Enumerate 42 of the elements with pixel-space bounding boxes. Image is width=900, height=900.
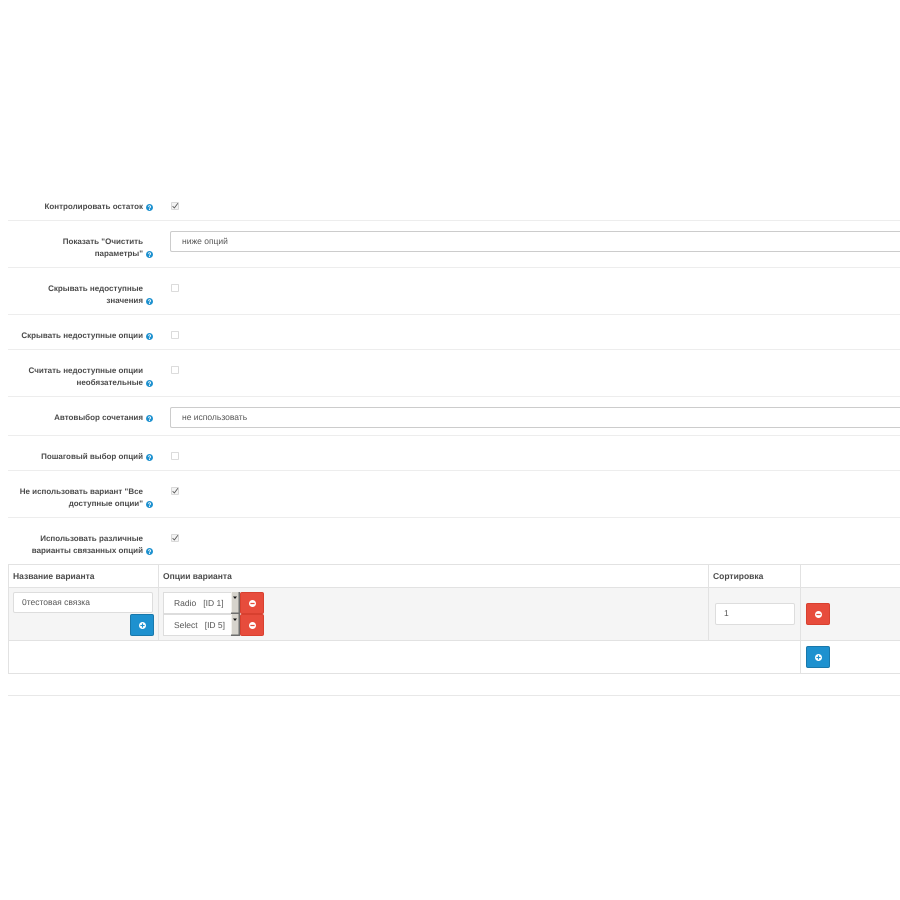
setting-label: Скрывать недоступные опции — [21, 330, 143, 342]
setting-label: Автовыбор сочетания — [54, 412, 143, 424]
add-button[interactable] — [806, 646, 830, 668]
help-icon — [146, 500, 153, 508]
remove-button[interactable] — [806, 603, 830, 625]
add-button[interactable] — [130, 614, 154, 636]
column-header: Сортировка — [708, 564, 800, 588]
checkbox[interactable] — [171, 487, 179, 495]
column-header: Название варианта — [8, 564, 158, 588]
setting-label: Скрывать недоступные значения — [47, 283, 143, 307]
column-header: Опции варианта — [158, 564, 708, 588]
setting-label: Показать "Очистить параметры" — [62, 236, 143, 260]
help-icon — [146, 380, 153, 386]
sort-order-field[interactable]: 1 — [715, 603, 795, 625]
remove-button[interactable] — [240, 592, 264, 614]
setting-label: Контролировать остаток — [44, 201, 143, 213]
variant-name-field[interactable]: 0тестовая связка — [13, 592, 153, 613]
option-select[interactable]: Radio [ID 1] — [163, 592, 240, 614]
minus-circle-icon — [248, 622, 256, 628]
minus-circle-icon — [814, 610, 822, 618]
caret-icon[interactable] — [231, 614, 240, 636]
plus-circle-icon — [138, 622, 146, 628]
help-icon — [146, 298, 153, 304]
checkbox[interactable] — [171, 202, 179, 210]
option-select[interactable]: Select [ID 5] — [163, 614, 240, 636]
checkbox[interactable] — [171, 534, 179, 542]
help-icon — [146, 414, 153, 422]
help-icon — [146, 454, 153, 460]
remove-button[interactable] — [240, 614, 264, 636]
setting-label: Использовать различные варианты связанных опций — [30, 533, 143, 557]
help-icon — [146, 250, 153, 258]
setting-label: Не использовать вариант "Все доступные опции" — [18, 486, 143, 510]
dropdown-field[interactable]: ниже опций — [170, 231, 900, 252]
plus-circle-icon — [814, 654, 822, 660]
dropdown-field[interactable]: не использовать — [170, 407, 900, 428]
help-icon — [146, 204, 153, 210]
help-icon — [146, 548, 153, 554]
caret-icon[interactable] — [231, 592, 240, 614]
setting-label: Пошаговый выбор опций — [41, 451, 143, 463]
help-icon — [146, 332, 153, 340]
minus-circle-icon — [248, 600, 256, 606]
setting-label: Считать недоступные опции необязательные — [28, 365, 143, 389]
